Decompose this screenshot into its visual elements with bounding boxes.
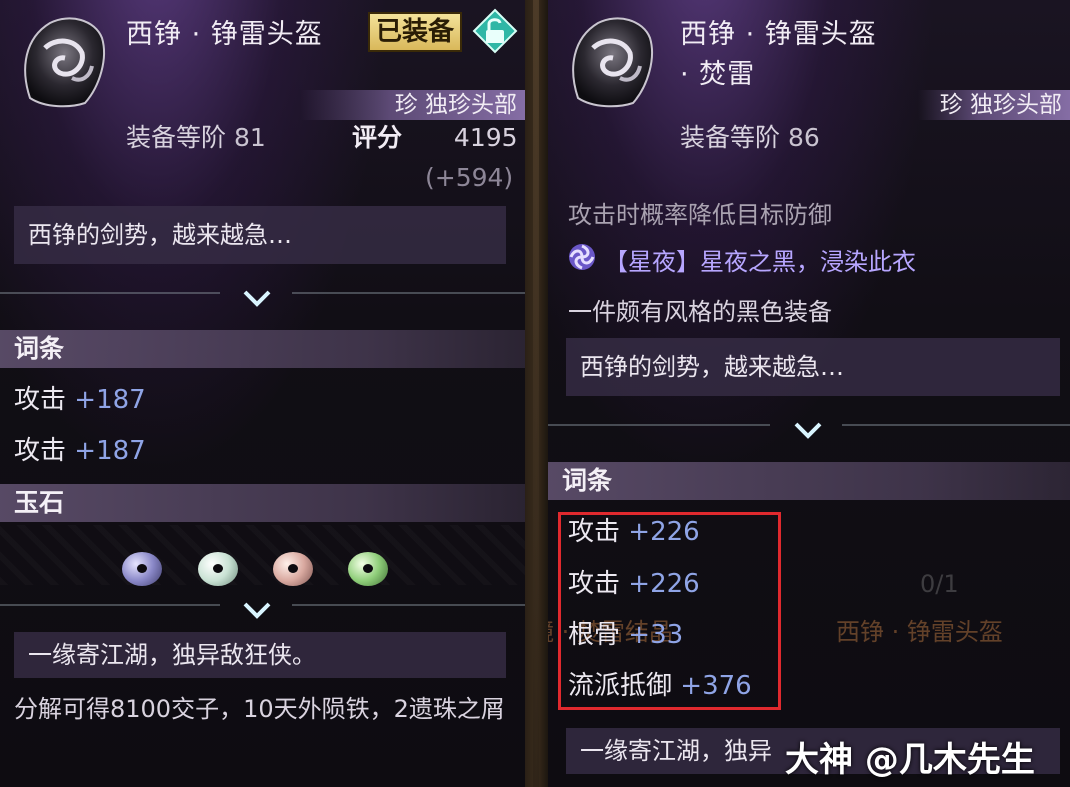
item-title-suffix: · 焚雷 <box>680 59 756 90</box>
compare-equipment-card: 西铮 · 铮雷头盔 · 焚雷 珍 独珍头部 装备等阶 86 攻击时概率降低目标防… <box>548 0 1070 787</box>
current-equipment-card: 西铮 · 铮雷头盔 已装备 珍 独珍头部 装备等阶 81 评分 4195 (+5… <box>0 0 525 787</box>
star-night-icon <box>569 244 595 270</box>
gem-slot[interactable] <box>348 552 388 586</box>
divider <box>548 424 770 426</box>
gem-section-header: 玉石 <box>0 484 525 522</box>
flavor-text: 西铮的剑势，越来越急… <box>14 206 506 264</box>
affix-value: +187 <box>74 385 146 415</box>
level-value: 86 <box>787 123 820 152</box>
divider <box>292 604 525 606</box>
divider <box>842 424 1070 426</box>
watermark: 大神 @几木先生 <box>785 740 1035 780</box>
gem-slot[interactable] <box>198 552 238 586</box>
effect-text: 攻击时概率降低目标防御 <box>568 201 832 229</box>
style-text: 一件颇有风格的黑色装备 <box>568 298 832 326</box>
affix-section-header: 词条 <box>548 462 1070 500</box>
flavor-text: 西铮的剑势，越来越急… <box>566 338 1060 396</box>
gem-slot[interactable] <box>273 552 313 586</box>
divider <box>292 292 525 294</box>
score-delta: (+594) <box>425 163 514 192</box>
unlock-icon[interactable] <box>472 8 518 54</box>
divider <box>0 604 220 606</box>
affix-row: 攻击 +187 <box>14 431 146 471</box>
item-title: 西铮 · 铮雷头盔 <box>126 19 323 50</box>
quote-text: 一缘寄江湖，独异敌狂侠。 <box>14 632 506 678</box>
item-title: 西铮 · 铮雷头盔 <box>680 19 877 50</box>
panel-divider <box>525 0 548 787</box>
background-pattern <box>0 525 525 585</box>
gem-slot[interactable] <box>122 552 162 586</box>
affix-value: +187 <box>74 436 146 466</box>
affix-row: 攻击 +187 <box>14 380 146 420</box>
score-value: 4195 <box>453 123 518 152</box>
background-counter: 0/1 <box>920 570 959 598</box>
set-text: 【星夜】星夜之黑，浸染此衣 <box>604 248 916 276</box>
equipped-badge: 已装备 <box>368 12 463 52</box>
background-item-name: 西铮 · 铮雷头盔 <box>836 618 1003 646</box>
score-label: 评分 <box>352 123 403 152</box>
chevron-down-icon[interactable] <box>793 420 823 440</box>
affix-name: 攻击 <box>14 385 67 415</box>
rarity-label: 珍 独珍头部 <box>918 90 1070 120</box>
level-label: 装备等阶 <box>680 123 781 152</box>
affix-name: 攻击 <box>14 436 67 466</box>
chevron-down-icon[interactable] <box>242 600 272 620</box>
dismantle-text: 分解可得8100交子，10天外陨铁，2遗珠之屑 <box>14 695 505 723</box>
equipment-level: 装备等阶 81 <box>126 118 266 158</box>
chevron-down-icon[interactable] <box>242 288 272 308</box>
divider <box>0 292 220 294</box>
affix-section-header: 词条 <box>0 330 525 368</box>
affix-highlight-box <box>558 512 781 710</box>
helmet-icon <box>24 17 106 108</box>
level-label: 装备等阶 <box>126 123 227 152</box>
equipment-level: 装备等阶 86 <box>680 118 820 158</box>
score: 评分 4195 <box>352 118 518 158</box>
helmet-icon <box>572 17 654 108</box>
level-value: 81 <box>233 123 266 152</box>
rarity-label: 珍 独珍头部 <box>300 90 525 120</box>
